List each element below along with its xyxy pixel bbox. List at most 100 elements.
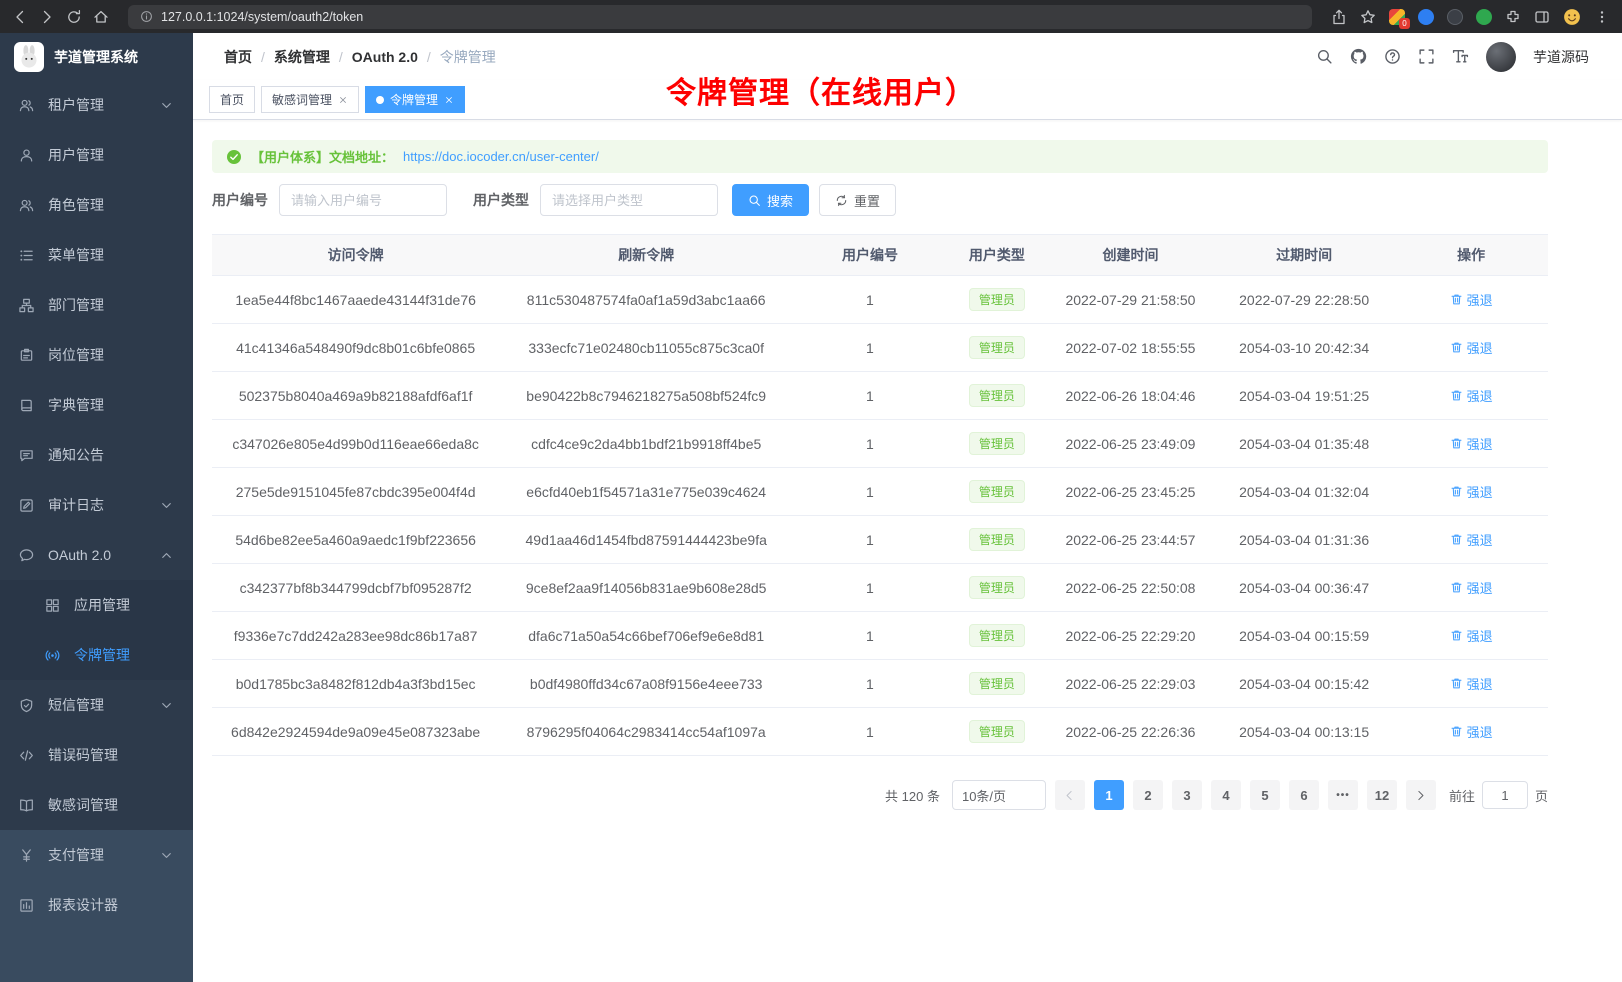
column-header-3: 用户类型 — [947, 235, 1047, 276]
refresh-token-cell: dfa6c71a50a54c66bef706ef9e6e8d81 — [499, 612, 793, 660]
force-logout-label: 强退 — [1467, 290, 1493, 309]
sidebar-item-5[interactable]: 岗位管理 — [0, 330, 193, 380]
sidebar-item-2[interactable]: 角色管理 — [0, 180, 193, 230]
breadcrumb-item-2[interactable]: OAuth 2.0 — [352, 49, 418, 65]
user-type-select[interactable] — [540, 184, 718, 216]
tree-icon — [19, 298, 34, 313]
refresh-token-cell: 8796295f04064c2983414cc54af1097a — [499, 708, 793, 756]
page-button-1[interactable]: 1 — [1094, 780, 1124, 810]
extension-blue-icon[interactable] — [1418, 9, 1434, 25]
panel-icon[interactable] — [1534, 9, 1550, 25]
user-type-select-input[interactable] — [540, 184, 718, 216]
breadcrumb-item-0[interactable]: 首页 — [224, 47, 252, 67]
sidebar-item-16[interactable]: 报表设计器 — [0, 880, 193, 930]
share-icon[interactable] — [1331, 9, 1347, 25]
sidebar-item-label: 短信管理 — [48, 695, 104, 715]
force-logout-label: 强退 — [1467, 482, 1493, 501]
sidebar-item-3[interactable]: 菜单管理 — [0, 230, 193, 280]
avatar[interactable] — [1486, 42, 1516, 72]
home-icon[interactable] — [93, 9, 109, 25]
user-id-cell: 1 — [793, 516, 947, 564]
force-logout-button[interactable]: 强退 — [1450, 530, 1493, 549]
force-logout-button[interactable]: 强退 — [1450, 290, 1493, 309]
info-icon[interactable] — [140, 10, 153, 23]
force-logout-button[interactable]: 强退 — [1450, 722, 1493, 741]
page-button-5[interactable]: 5 — [1250, 780, 1280, 810]
force-logout-button[interactable]: 强退 — [1450, 338, 1493, 357]
tab-close-icon[interactable] — [444, 95, 454, 105]
dots-vertical-icon[interactable] — [1594, 9, 1610, 25]
sidebar-item-12[interactable]: 短信管理 — [0, 680, 193, 730]
profile-smiley-icon[interactable] — [1563, 8, 1581, 26]
goto-page-input[interactable] — [1482, 781, 1528, 809]
page-button-6[interactable]: 6 — [1289, 780, 1319, 810]
force-logout-button[interactable]: 强退 — [1450, 674, 1493, 693]
sidebar-item-1[interactable]: 用户管理 — [0, 130, 193, 180]
sidebar-item-7[interactable]: 通知公告 — [0, 430, 193, 480]
tab-close-icon[interactable] — [338, 95, 348, 105]
sidebar-item-6[interactable]: 字典管理 — [0, 380, 193, 430]
back-icon[interactable] — [12, 9, 28, 25]
sidebar-item-label: 用户管理 — [48, 145, 104, 165]
force-logout-label: 强退 — [1467, 578, 1493, 597]
page-button-2[interactable]: 2 — [1133, 780, 1163, 810]
fullscreen-icon[interactable] — [1418, 48, 1435, 65]
github-icon[interactable] — [1350, 48, 1367, 65]
force-logout-button[interactable]: 强退 — [1450, 386, 1493, 405]
address-bar[interactable]: 127.0.0.1:1024/system/oauth2/token — [128, 5, 1312, 29]
help-icon[interactable] — [1384, 48, 1401, 65]
extension-colored-icon[interactable]: 0 — [1389, 9, 1405, 25]
extension-dark-icon[interactable] — [1447, 9, 1463, 25]
column-header-2: 用户编号 — [793, 235, 947, 276]
force-logout-button[interactable]: 强退 — [1450, 578, 1493, 597]
font-size-icon[interactable] — [1452, 48, 1469, 65]
sidebar-item-label: 报表设计器 — [48, 895, 118, 915]
post-icon — [19, 348, 34, 363]
page-button-3[interactable]: 3 — [1172, 780, 1202, 810]
force-logout-button[interactable]: 强退 — [1450, 626, 1493, 645]
sidebar-item-10[interactable]: 应用管理 — [0, 580, 193, 630]
sidebar-item-label: 错误码管理 — [48, 745, 118, 765]
sidebar-item-0[interactable]: 租户管理 — [0, 80, 193, 130]
doc-link[interactable]: https://doc.iocoder.cn/user-center/ — [403, 149, 599, 164]
puzzle-icon[interactable] — [1505, 9, 1521, 25]
forward-icon[interactable] — [39, 9, 55, 25]
sidebar-item-13[interactable]: 错误码管理 — [0, 730, 193, 780]
column-header-4: 创建时间 — [1047, 235, 1214, 276]
sidebar-item-4[interactable]: 部门管理 — [0, 280, 193, 330]
create-time-cell: 2022-06-25 23:44:57 — [1047, 516, 1214, 564]
page-size-select[interactable]: 10条/页 — [952, 780, 1046, 810]
sidebar-item-8[interactable]: 审计日志 — [0, 480, 193, 530]
extension-green-icon[interactable] — [1476, 9, 1492, 25]
access-token-cell: 41c41346a548490f9dc8b01c6bfe0865 — [212, 324, 499, 372]
sidebar-item-9[interactable]: OAuth 2.0 — [0, 530, 193, 580]
page-ellipsis-button[interactable]: ••• — [1328, 780, 1358, 810]
user-name[interactable]: 芋道源码 — [1533, 47, 1589, 67]
next-page-button[interactable] — [1406, 780, 1436, 810]
user-id-cell: 1 — [793, 276, 947, 324]
reload-icon[interactable] — [66, 9, 82, 25]
tab-2[interactable]: 令牌管理 — [365, 86, 465, 113]
breadcrumb-item-1[interactable]: 系统管理 — [274, 47, 330, 67]
star-icon[interactable] — [1360, 9, 1376, 25]
sidebar-item-11[interactable]: 令牌管理 — [0, 630, 193, 680]
user-id-input[interactable] — [279, 184, 447, 216]
search-icon[interactable] — [1316, 48, 1333, 65]
page-button-4[interactable]: 4 — [1211, 780, 1241, 810]
expire-time-cell: 2022-07-29 22:28:50 — [1214, 276, 1394, 324]
sidebar-item-14[interactable]: 敏感词管理 — [0, 780, 193, 830]
chevron-down-icon — [159, 848, 174, 863]
force-logout-button[interactable]: 强退 — [1450, 434, 1493, 453]
sidebar-item-label: 租户管理 — [48, 95, 104, 115]
tab-0[interactable]: 首页 — [209, 86, 255, 113]
force-logout-button[interactable]: 强退 — [1450, 482, 1493, 501]
user-type-cell: 管理员 — [947, 660, 1047, 708]
search-button[interactable]: 搜索 — [732, 184, 809, 216]
prev-page-button[interactable] — [1055, 780, 1085, 810]
page-button-12[interactable]: 12 — [1367, 780, 1397, 810]
chevron-down-icon — [159, 498, 174, 513]
user-id-cell: 1 — [793, 324, 947, 372]
sidebar-item-15[interactable]: 支付管理 — [0, 830, 193, 880]
tab-1[interactable]: 敏感词管理 — [261, 86, 359, 113]
reset-button[interactable]: 重置 — [819, 184, 896, 216]
